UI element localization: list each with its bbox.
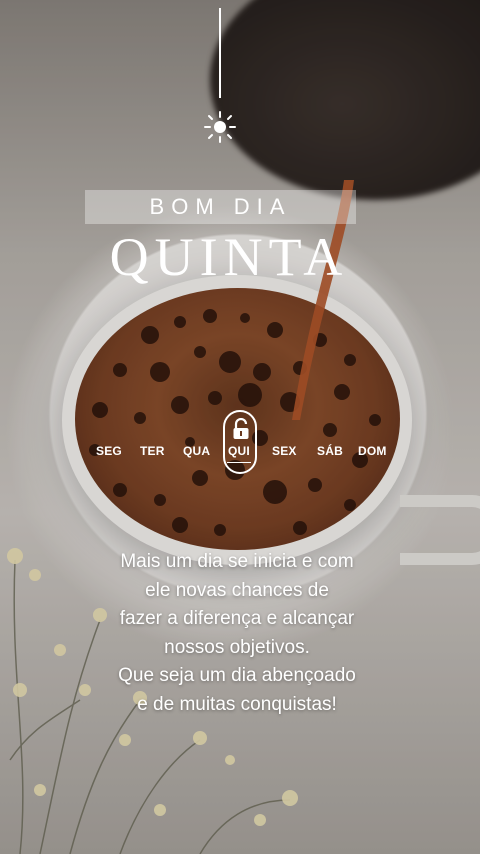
story-background: BOM DIA QUINTA SEG TER QUA QUI SEX SÁB D… [0,0,480,854]
message-line: Mais um dia se inicia e com [120,551,354,572]
vertical-divider-line [219,8,221,98]
weekday-qua[interactable]: QUA [183,444,210,458]
message-line: ele novas chances de [145,579,329,601]
message-line: e de muitas conquistas! [137,693,337,715]
weekday-sex[interactable]: SEX [272,444,297,458]
sun-icon [204,111,236,143]
greeting-text: BOM DIA [149,194,292,219]
weekday-dom[interactable]: DOM [358,444,387,458]
weekday-selector: SEG TER QUA QUI SEX SÁB DOM [86,410,396,476]
weekday-sab[interactable]: SÁB [317,444,343,458]
day-title: QUINTA [109,227,349,287]
message-line: Que seja um dia abençoado [118,665,356,686]
unlocked-padlock-icon [233,418,249,439]
message-line: nossos objetivos. [164,636,310,658]
weekday-qui[interactable]: QUI [228,444,250,458]
motivational-message: Mais um dia se inicia e com ele novas ch… [86,548,388,719]
message-line: fazer a diferença e alcançar [119,608,355,629]
selected-day-underline [227,462,251,463]
weekday-ter[interactable]: TER [140,444,165,458]
weekday-seg[interactable]: SEG [96,444,122,458]
